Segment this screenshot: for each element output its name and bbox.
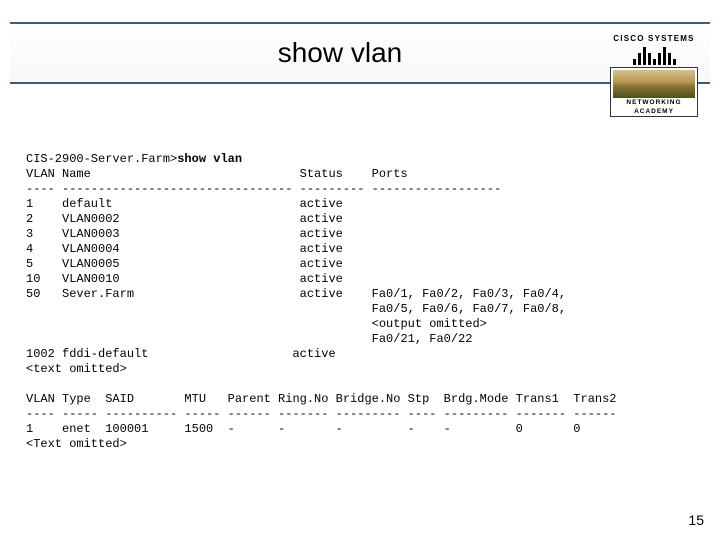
hdr-row: VLAN Name Status Ports [26, 167, 408, 181]
sep-row: ---- -------------------------------- --… [26, 182, 501, 196]
logo-div1: NETWORKING [613, 98, 695, 107]
page-title: show vlan [278, 37, 403, 69]
type-row: 1 enet 100001 1500 - - - - - 0 0 [26, 422, 581, 436]
vlan-row: Fa0/5, Fa0/6, Fa0/7, Fa0/8, [26, 302, 566, 316]
type-hdr: VLAN Type SAID MTU Parent Ring.No Bridge… [26, 392, 617, 406]
vlan-row: 2 VLAN0002 active [26, 212, 343, 226]
bridge-image [613, 70, 695, 98]
omitted-note: <text omitted> [26, 362, 127, 376]
cisco-logo: CISCO SYSTEMS NETWORKING ACADEMY [610, 34, 698, 117]
omitted-note: <Text omitted> [26, 437, 127, 451]
vlan-row: <output omitted> [26, 317, 487, 331]
vlan-row: 4 VLAN0004 active [26, 242, 343, 256]
vlan-row: 5 VLAN0005 active [26, 257, 343, 271]
vlan-row: 1002 fddi-default active [26, 347, 336, 361]
vlan-row: Fa0/21, Fa0/22 [26, 332, 472, 346]
type-sep: ---- ----- ---------- ----- ------ -----… [26, 407, 617, 421]
terminal-output: CIS-2900-Server.Farm>show vlan VLAN Name… [26, 152, 696, 452]
vlan-row: 3 VLAN0003 active [26, 227, 343, 241]
page-number: 15 [688, 512, 704, 528]
command: show vlan [177, 152, 242, 166]
cisco-bars-icon [610, 45, 698, 65]
header-bar: show vlan CISCO SYSTEMS NETWORKING ACADE… [10, 22, 710, 84]
vlan-row: 50 Sever.Farm active Fa0/1, Fa0/2, Fa0/3… [26, 287, 566, 301]
logo-frame: NETWORKING ACADEMY [610, 67, 698, 117]
vlan-row: 1 default active [26, 197, 343, 211]
logo-div2: ACADEMY [613, 107, 695, 116]
vlan-row: 10 VLAN0010 active [26, 272, 343, 286]
logo-brand: CISCO SYSTEMS [610, 34, 698, 43]
prompt: CIS-2900-Server.Farm> [26, 152, 177, 166]
